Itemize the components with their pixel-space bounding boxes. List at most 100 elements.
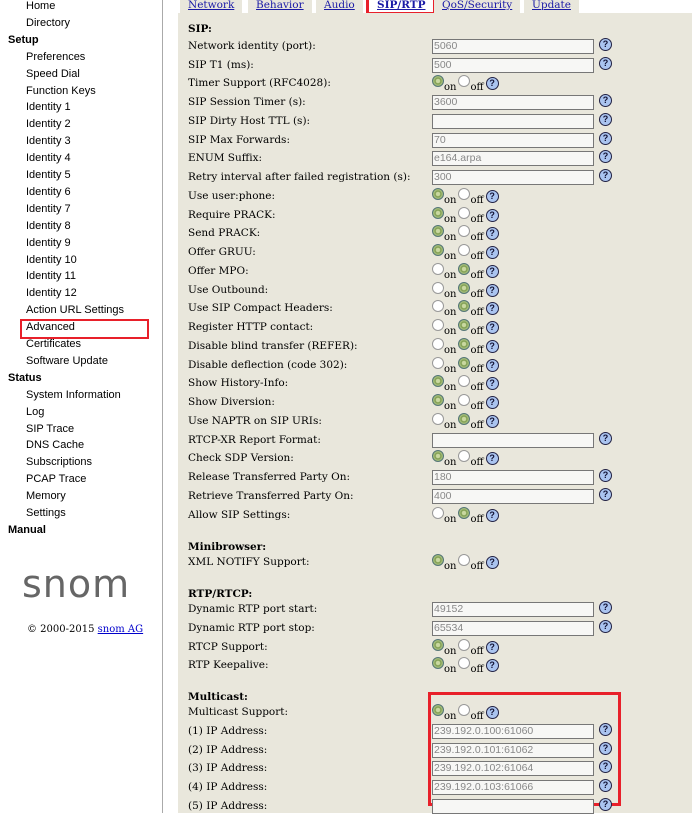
radio-off[interactable] (458, 281, 471, 294)
help-icon[interactable]: ? (599, 619, 612, 633)
setting-input[interactable]: 65534 (432, 620, 594, 636)
sidebar-item-action-url-settings[interactable]: Action URL Settings (26, 304, 124, 316)
help-icon[interactable]: ? (599, 779, 612, 792)
help-icon[interactable]: ? (599, 94, 612, 107)
sidebar-item-identity-12[interactable]: Identity 12 (26, 287, 77, 299)
radio-on[interactable] (432, 244, 444, 256)
radio-off[interactable] (458, 394, 471, 406)
help-icon[interactable]: ? (485, 283, 499, 297)
setting-input[interactable]: 180 (432, 470, 594, 485)
help-icon[interactable]: ? (599, 487, 612, 501)
help-icon[interactable]: ? (485, 302, 499, 316)
radio-off[interactable] (458, 657, 471, 670)
setting-input[interactable]: 239.192.0.101:61062 (432, 742, 594, 758)
help-icon[interactable]: ? (599, 112, 612, 126)
radio-off[interactable] (458, 300, 471, 313)
setting-input[interactable]: 5060 (432, 38, 594, 54)
tab-network[interactable]: Network (180, 0, 243, 13)
setting-input[interactable]: 239.192.0.102:61064 (432, 761, 594, 777)
help-icon[interactable]: ? (485, 264, 499, 278)
radio-off[interactable] (458, 638, 471, 651)
radio-off[interactable] (458, 554, 471, 567)
radio-on[interactable] (432, 337, 444, 350)
radio-off[interactable] (458, 225, 471, 238)
help-icon[interactable]: ? (599, 741, 612, 755)
sidebar-item-directory[interactable]: Directory (26, 17, 70, 29)
sidebar-item-pcap-trace[interactable]: PCAP Trace (26, 473, 86, 485)
help-icon[interactable]: ? (599, 37, 612, 51)
sidebar-item-identity-4[interactable]: Identity 4 (26, 152, 71, 164)
help-icon[interactable]: ? (599, 797, 612, 811)
help-icon[interactable]: ? (599, 431, 612, 445)
radio-off[interactable] (458, 412, 471, 425)
radio-on[interactable] (432, 704, 444, 716)
setting-input[interactable]: 49152 (432, 602, 594, 617)
sidebar-item-memory[interactable]: Memory (26, 490, 66, 502)
sidebar-item-identity-2[interactable]: Identity 2 (26, 118, 71, 130)
radio-off[interactable] (458, 319, 471, 331)
help-icon[interactable]: ? (485, 246, 499, 259)
radio-on[interactable] (432, 319, 444, 331)
sidebar-item-preferences[interactable]: Preferences (26, 51, 85, 63)
help-icon[interactable]: ? (599, 169, 612, 182)
sidebar-item-log[interactable]: Log (26, 406, 44, 418)
sidebar-item-speed-dial[interactable]: Speed Dial (26, 68, 80, 80)
radio-off[interactable] (458, 506, 471, 519)
radio-on[interactable] (432, 75, 444, 88)
tab-update[interactable]: Update (524, 0, 579, 13)
sidebar-item-identity-7[interactable]: Identity 7 (26, 203, 71, 215)
tab-audio[interactable]: Audio (316, 0, 363, 13)
setting-input[interactable]: 3600 (432, 95, 594, 110)
sidebar-item-settings[interactable]: Settings (26, 507, 66, 519)
tab-qos-security[interactable]: QoS/Security (434, 0, 521, 13)
help-icon[interactable]: ? (485, 358, 499, 372)
radio-on[interactable] (432, 554, 444, 567)
help-icon[interactable]: ? (599, 469, 612, 482)
setting-input[interactable]: 500 (432, 57, 594, 73)
snom-ag-link[interactable]: snom AG (98, 624, 143, 635)
setting-input[interactable]: 300 (432, 170, 594, 185)
sidebar-item-identity-8[interactable]: Identity 8 (26, 220, 71, 232)
setting-input[interactable] (432, 432, 594, 448)
help-icon[interactable]: ? (599, 150, 612, 164)
help-icon[interactable]: ? (485, 508, 499, 522)
radio-on[interactable] (432, 262, 444, 275)
help-icon[interactable]: ? (485, 189, 499, 203)
setting-input[interactable] (432, 113, 594, 129)
help-icon[interactable]: ? (485, 452, 499, 466)
help-icon[interactable]: ? (485, 321, 499, 334)
sidebar-item-identity-3[interactable]: Identity 3 (26, 135, 71, 147)
radio-on[interactable] (432, 300, 444, 313)
help-icon[interactable]: ? (485, 556, 499, 570)
radio-on[interactable] (432, 375, 444, 388)
sidebar-item-function-keys[interactable]: Function Keys (26, 85, 96, 97)
radio-on[interactable] (432, 506, 444, 519)
radio-off[interactable] (458, 450, 471, 463)
radio-on[interactable] (432, 356, 444, 369)
radio-off[interactable] (458, 262, 471, 275)
radio-off[interactable] (458, 75, 471, 88)
help-icon[interactable]: ? (599, 760, 612, 774)
sidebar-item-home[interactable]: Home (26, 0, 55, 12)
help-icon[interactable]: ? (485, 227, 499, 241)
help-icon[interactable]: ? (485, 414, 499, 428)
sidebar-item-certificates[interactable]: Certificates (26, 338, 81, 350)
radio-off[interactable] (458, 206, 471, 219)
radio-on[interactable] (432, 412, 444, 425)
help-icon[interactable]: ? (485, 377, 499, 391)
radio-on[interactable] (432, 225, 444, 238)
help-icon[interactable]: ? (485, 706, 499, 719)
help-icon[interactable]: ? (599, 131, 612, 145)
sidebar-item-identity-10[interactable]: Identity 10 (26, 254, 77, 266)
sidebar-item-identity-1[interactable]: Identity 1 (26, 101, 71, 113)
setting-input[interactable]: 400 (432, 488, 594, 504)
help-icon[interactable]: ? (485, 659, 499, 673)
radio-on[interactable] (432, 394, 444, 406)
sidebar-item-identity-9[interactable]: Identity 9 (26, 237, 71, 249)
sidebar-item-identity-11[interactable]: Identity 11 (26, 270, 76, 282)
radio-on[interactable] (432, 450, 444, 463)
sidebar-item-dns-cache[interactable]: DNS Cache (26, 439, 84, 451)
help-icon[interactable]: ? (599, 601, 612, 614)
setting-input[interactable]: e164.arpa (432, 151, 594, 167)
radio-off[interactable] (458, 337, 471, 350)
